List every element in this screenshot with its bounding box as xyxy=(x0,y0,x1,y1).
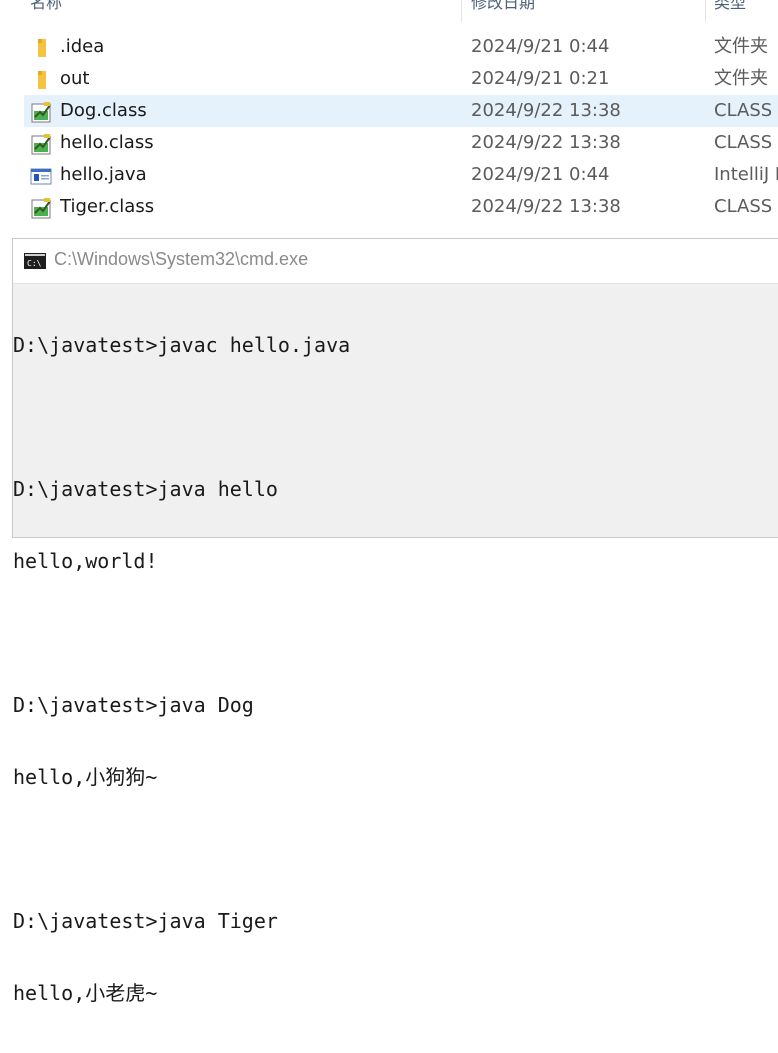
file-name: out xyxy=(60,68,90,89)
console-line: D:\javatest>java Tiger xyxy=(13,909,278,933)
column-header-date[interactable]: 修改日期 xyxy=(471,0,535,20)
cmd-window[interactable]: C:\ C:\Windows\System32\cmd.exe D:\javat… xyxy=(12,238,778,1005)
file-date: 2024/9/22 13:38 xyxy=(471,100,621,121)
file-row[interactable]: hello.java 2024/9/21 0:44 IntelliJ I xyxy=(24,159,778,191)
file-date: 2024/9/21 0:21 xyxy=(471,68,610,89)
console-line: D:\javatest>java hello xyxy=(13,477,278,501)
file-type: CLASS 文 xyxy=(714,132,778,153)
cmd-title-bar[interactable]: C:\ C:\Windows\System32\cmd.exe xyxy=(13,239,778,284)
file-date: 2024/9/21 0:44 xyxy=(471,36,610,57)
column-divider[interactable] xyxy=(705,0,706,22)
cmd-title-text: C:\Windows\System32\cmd.exe xyxy=(54,249,309,269)
file-row[interactable]: hello.class 2024/9/22 13:38 CLASS 文 xyxy=(24,127,778,159)
console-line: D:\javatest>java Dog xyxy=(13,693,254,717)
file-date: 2024/9/22 13:38 xyxy=(471,196,621,217)
file-date: 2024/9/22 13:38 xyxy=(471,132,621,153)
file-name: .idea xyxy=(60,36,105,57)
file-type: 文件夹 xyxy=(714,68,768,89)
console-output[interactable]: D:\javatest>javac hello.java D:\javatest… xyxy=(13,285,778,1053)
file-row[interactable]: out 2024/9/21 0:21 文件夹 xyxy=(24,63,778,95)
console-line: hello,小狗狗~ xyxy=(13,765,158,789)
file-name: Tiger.class xyxy=(60,196,155,217)
file-date: 2024/9/21 0:44 xyxy=(471,164,610,185)
column-header-name[interactable]: 名称 xyxy=(30,0,62,20)
file-name: Dog.class xyxy=(60,100,147,121)
console-line: hello,world! xyxy=(13,549,158,573)
cmd-icon: C:\ xyxy=(24,253,46,269)
console-line: hello,小老虎~ xyxy=(13,981,158,1005)
file-type: CLASS 文 xyxy=(714,196,778,217)
class-file-icon xyxy=(31,198,51,219)
folder-icon xyxy=(38,71,46,89)
class-file-icon xyxy=(31,134,51,155)
file-name: hello.java xyxy=(60,164,147,185)
file-type: IntelliJ I xyxy=(714,164,778,185)
column-header-type[interactable]: 类型 xyxy=(714,0,746,20)
file-row[interactable]: .idea 2024/9/21 0:44 文件夹 xyxy=(24,31,778,63)
svg-text:C:\: C:\ xyxy=(27,259,42,268)
column-divider[interactable] xyxy=(461,0,462,22)
file-explorer: 名称 修改日期 类型 .idea 2024/9/21 0:44 文件夹 out … xyxy=(0,0,778,240)
folder-icon xyxy=(38,39,46,57)
class-file-icon xyxy=(31,102,51,123)
file-type: CLASS 文 xyxy=(714,100,778,121)
file-name: hello.class xyxy=(60,132,154,153)
java-file-icon xyxy=(30,168,52,185)
file-row[interactable]: Tiger.class 2024/9/22 13:38 CLASS 文 xyxy=(24,191,778,223)
file-row-selected[interactable]: Dog.class 2024/9/22 13:38 CLASS 文 xyxy=(24,95,778,127)
file-type: 文件夹 xyxy=(714,36,768,57)
console-line: D:\javatest>javac hello.java xyxy=(13,333,351,357)
